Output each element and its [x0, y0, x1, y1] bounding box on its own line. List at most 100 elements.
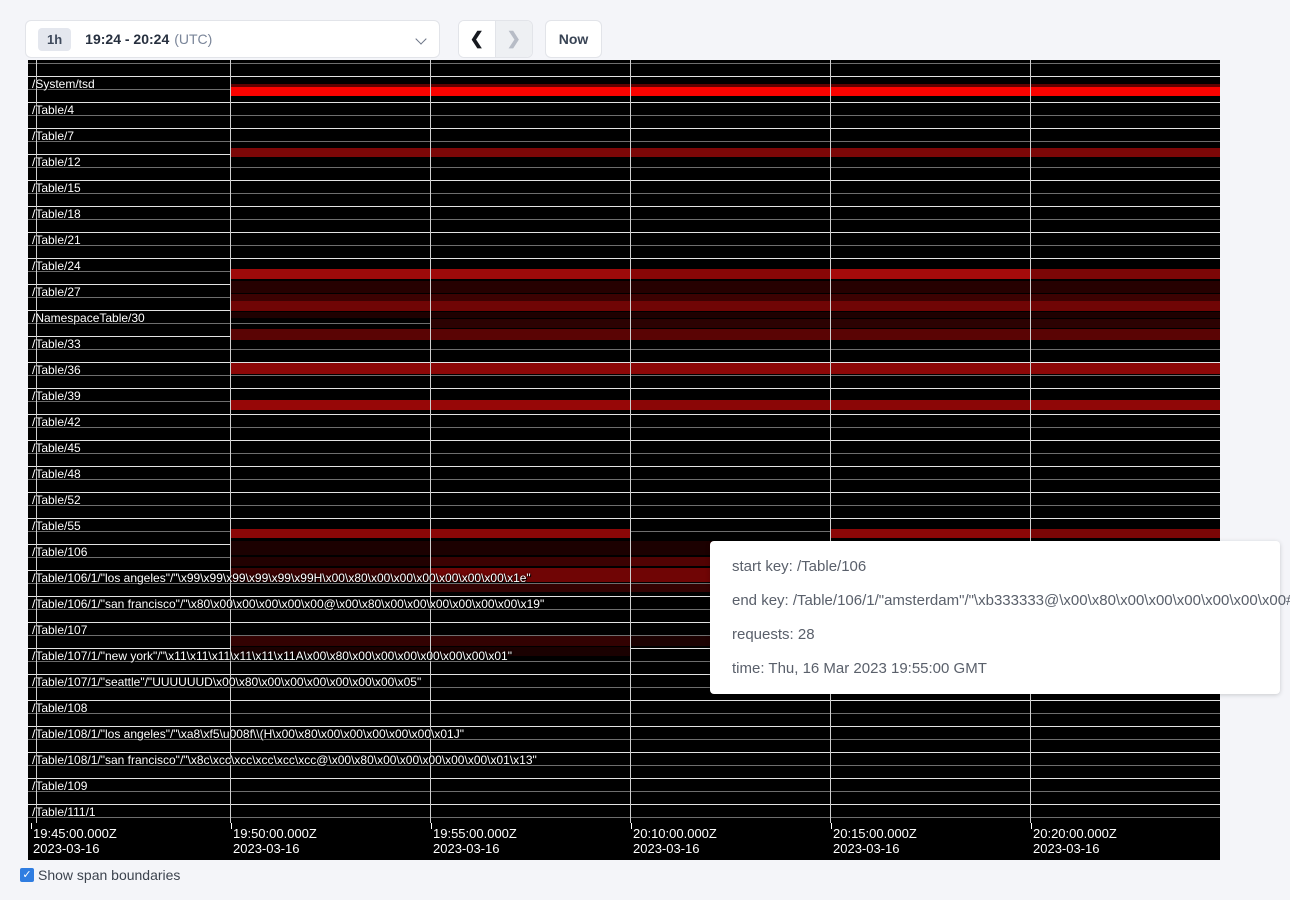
tooltip-requests: requests: 28: [732, 618, 1258, 652]
row-label: /Table/106/1/"san francisco"/"\x80\x00\x…: [32, 598, 544, 610]
row-label: /System/tsd: [32, 78, 95, 90]
span-boundary-line: [28, 180, 1220, 181]
span-boundary-line: [28, 388, 1220, 389]
grid-line-h-minor: [28, 453, 1220, 454]
span-boundary-line: [28, 804, 1220, 805]
checkbox-checked-icon[interactable]: ✓: [20, 868, 34, 882]
row-label: /Table/52: [32, 494, 81, 506]
grid-line-h-minor: [28, 349, 1220, 350]
axis-tick-label: 19:55:00.000Z 2023-03-16: [433, 826, 517, 856]
axis-tick: [631, 823, 632, 829]
chevron-down-icon: [417, 34, 427, 44]
row-label: /Table/15: [32, 182, 81, 194]
grid-line-v: [230, 60, 231, 823]
row-label: /Table/111/1: [32, 806, 96, 818]
tooltip-time: time: Thu, 16 Mar 2023 19:55:00 GMT: [732, 652, 1258, 686]
row-label: /Table/108/1/"los angeles"/"\xa8\xf5\u00…: [32, 728, 464, 740]
heatmap-band: [1030, 269, 1220, 279]
grid-line-h-minor: [28, 115, 1220, 116]
grid-line-h-minor: [28, 713, 1220, 714]
row-label: /Table/55: [32, 520, 81, 532]
row-label: /Table/24: [32, 260, 81, 272]
span-boundary-line: [28, 128, 1220, 129]
grid-line-h-minor: [28, 245, 1220, 246]
time-range-selector[interactable]: 1h 19:24 - 20:24 (UTC): [25, 20, 440, 58]
axis-tick-label: 19:45:00.000Z 2023-03-16: [33, 826, 117, 856]
grid-line-h-minor: [28, 219, 1220, 220]
heatmap-band: [230, 294, 1220, 301]
heatmap-band: [230, 301, 1220, 311]
row-label: /Table/107/1/"new york"/"\x11\x11\x11\x1…: [32, 650, 512, 662]
span-boundary-line: [28, 440, 1220, 441]
next-time-button: ❯: [496, 21, 533, 57]
axis-tick: [231, 823, 232, 829]
span-boundary-line: [28, 492, 1220, 493]
axis-tick-label: 20:20:00.000Z 2023-03-16: [1033, 826, 1117, 856]
heatmap-band: [230, 363, 1220, 374]
grid-line-v: [630, 60, 631, 823]
grid-line-v: [830, 60, 831, 823]
row-label: /Table/109: [32, 780, 87, 792]
row-label: /Table/27: [32, 286, 81, 298]
row-label: /Table/107: [32, 624, 87, 636]
row-label: /Table/48: [32, 468, 81, 480]
span-boundary-line: [28, 206, 1220, 207]
grid-line-h-minor: [28, 141, 1220, 142]
heatmap-band: [230, 312, 1220, 318]
heatmap-band: [830, 269, 1030, 279]
heatmap-band: [430, 319, 1220, 328]
tooltip-end-key: end key: /Table/106/1/"amsterdam"/"\xb33…: [732, 584, 1258, 618]
heatmap-band: [1030, 400, 1220, 410]
row-label: /Table/18: [32, 208, 81, 220]
heatmap-band: [230, 148, 1220, 157]
grid-line-h-minor: [28, 505, 1220, 506]
show-span-boundaries-label: Show span boundaries: [38, 867, 180, 883]
row-label: /Table/42: [32, 416, 81, 428]
span-boundary-line: [28, 232, 1220, 233]
heatmap-band: [230, 281, 1220, 293]
span-boundary-line: [28, 466, 1220, 467]
heatmap-band: [430, 557, 630, 566]
grid-line-h-minor: [28, 193, 1220, 194]
grid-line-h-minor: [28, 791, 1220, 792]
keyviz-canvas[interactable]: /System/tsd/Table/4/Table/7/Table/12/Tab…: [28, 60, 1220, 860]
tooltip-start-key: start key: /Table/106: [732, 550, 1258, 584]
time-nav-group: ❮ ❯: [458, 20, 533, 58]
row-label: /Table/39: [32, 390, 81, 402]
heatmap-band: [230, 329, 1220, 340]
heatmap-band: [630, 269, 830, 279]
show-span-boundaries-toggle[interactable]: ✓ Show span boundaries: [20, 867, 180, 883]
key-visualizer-page: 1h 19:24 - 20:24 (UTC) ❮ ❯ Now /System/t…: [0, 0, 1290, 900]
row-label: /Table/12: [32, 156, 81, 168]
grid-line-h-minor: [28, 63, 1220, 64]
span-boundary-line: [28, 700, 1220, 701]
row-label: /Table/4: [32, 104, 74, 116]
heatmap-band: [230, 557, 430, 566]
axis-tick: [31, 823, 32, 829]
axis-tick-label: 19:50:00.000Z 2023-03-16: [233, 826, 317, 856]
axis-tick-label: 20:15:00.000Z 2023-03-16: [833, 826, 917, 856]
span-boundary-line: [28, 414, 1220, 415]
prev-time-button[interactable]: ❮: [459, 21, 496, 57]
grid-line-h-minor: [28, 375, 1220, 376]
grid-line-v: [430, 60, 431, 823]
axis-tick: [831, 823, 832, 829]
row-label: /Table/107/1/"seattle"/"UUUUUUD\x00\x80\…: [32, 676, 421, 688]
grid-line-h-minor: [28, 167, 1220, 168]
row-label: /Table/7: [32, 130, 74, 142]
heatmap-band: [230, 87, 1220, 96]
row-label: /Table/45: [32, 442, 81, 454]
timezone-text: (UTC): [174, 31, 212, 47]
span-boundary-line: [28, 258, 1220, 259]
grid-line-h-minor: [28, 479, 1220, 480]
row-label: /NamespaceTable/30: [32, 312, 145, 324]
duration-badge: 1h: [38, 28, 71, 51]
axis-tick: [1031, 823, 1032, 829]
span-boundary-line: [28, 76, 1220, 77]
span-tooltip: start key: /Table/106 end key: /Table/10…: [710, 541, 1280, 694]
now-button[interactable]: Now: [545, 20, 602, 58]
grid-line-v: [1030, 60, 1031, 823]
row-label: /Table/108: [32, 702, 87, 714]
row-label: /Table/108/1/"san francisco"/"\x8c\xcc\x…: [32, 754, 537, 766]
span-boundary-line: [28, 778, 1220, 779]
